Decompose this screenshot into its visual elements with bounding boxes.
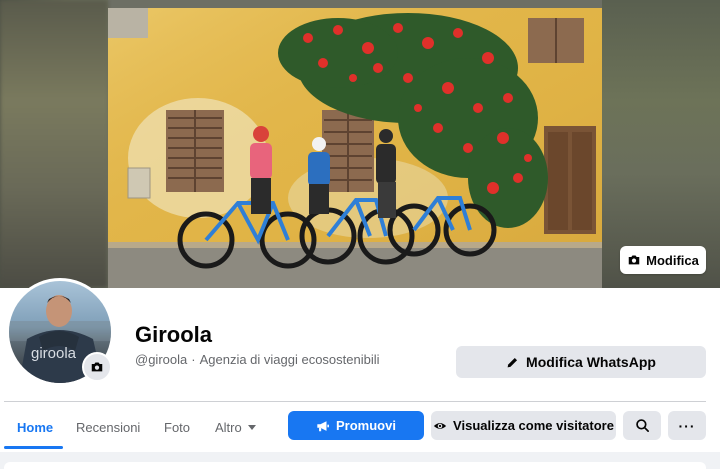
promote-button[interactable]: Promuovi: [288, 411, 424, 440]
tab-photos[interactable]: Foto: [164, 411, 190, 443]
view-as-visitor-label: Visualizza come visitatore: [453, 418, 614, 433]
edit-whatsapp-label: Modifica WhatsApp: [526, 354, 656, 370]
cover-photo[interactable]: [108, 8, 602, 288]
cover-photo-image: [108, 8, 602, 288]
tab-photos-label: Foto: [164, 419, 191, 435]
view-as-visitor-button[interactable]: Visualizza come visitatore: [431, 411, 616, 440]
cover-area: Modifica: [0, 0, 720, 288]
edit-cover-label: Modifica: [646, 252, 699, 268]
page-category[interactable]: Agenzia di viaggi ecosostenibili: [200, 352, 380, 367]
cover-blur-left: [0, 0, 108, 288]
eye-icon: [433, 422, 447, 429]
search-icon: [635, 419, 649, 432]
edit-cover-button[interactable]: Modifica: [620, 246, 706, 274]
tab-home[interactable]: Home: [17, 411, 53, 443]
more-options-button[interactable]: ···: [668, 411, 706, 440]
tab-reviews-label: Recensioni: [76, 419, 141, 435]
pencil-icon: [507, 357, 518, 367]
camera-icon: [628, 255, 640, 265]
separator: ·: [191, 352, 196, 367]
promote-label: Promuovi: [336, 418, 396, 433]
more-options-icon: ···: [678, 417, 696, 434]
avatar-logo-text: giroola: [31, 345, 77, 362]
page-title: Giroola: [135, 322, 213, 347]
avatar-camera-button[interactable]: [82, 352, 112, 382]
tab-more[interactable]: Altro: [215, 411, 256, 443]
header-divider: [4, 401, 706, 402]
cover-blur-right: [602, 0, 720, 288]
camera-icon: [91, 362, 103, 372]
tab-reviews[interactable]: Recensioni: [76, 411, 140, 443]
page-subtitle: @giroola · Agenzia di viaggi ecosostenibil…: [135, 352, 380, 367]
tab-more-label: Altro: [215, 419, 242, 435]
content-card-top: [4, 462, 706, 469]
search-button[interactable]: [623, 411, 661, 440]
megaphone-icon: [317, 420, 329, 431]
caret-down-icon: [247, 424, 256, 430]
active-tab-indicator: [4, 446, 63, 449]
edit-whatsapp-button[interactable]: Modifica WhatsApp: [456, 346, 706, 378]
page-handle: @giroola: [135, 352, 188, 367]
tab-home-label: Home: [17, 419, 54, 435]
